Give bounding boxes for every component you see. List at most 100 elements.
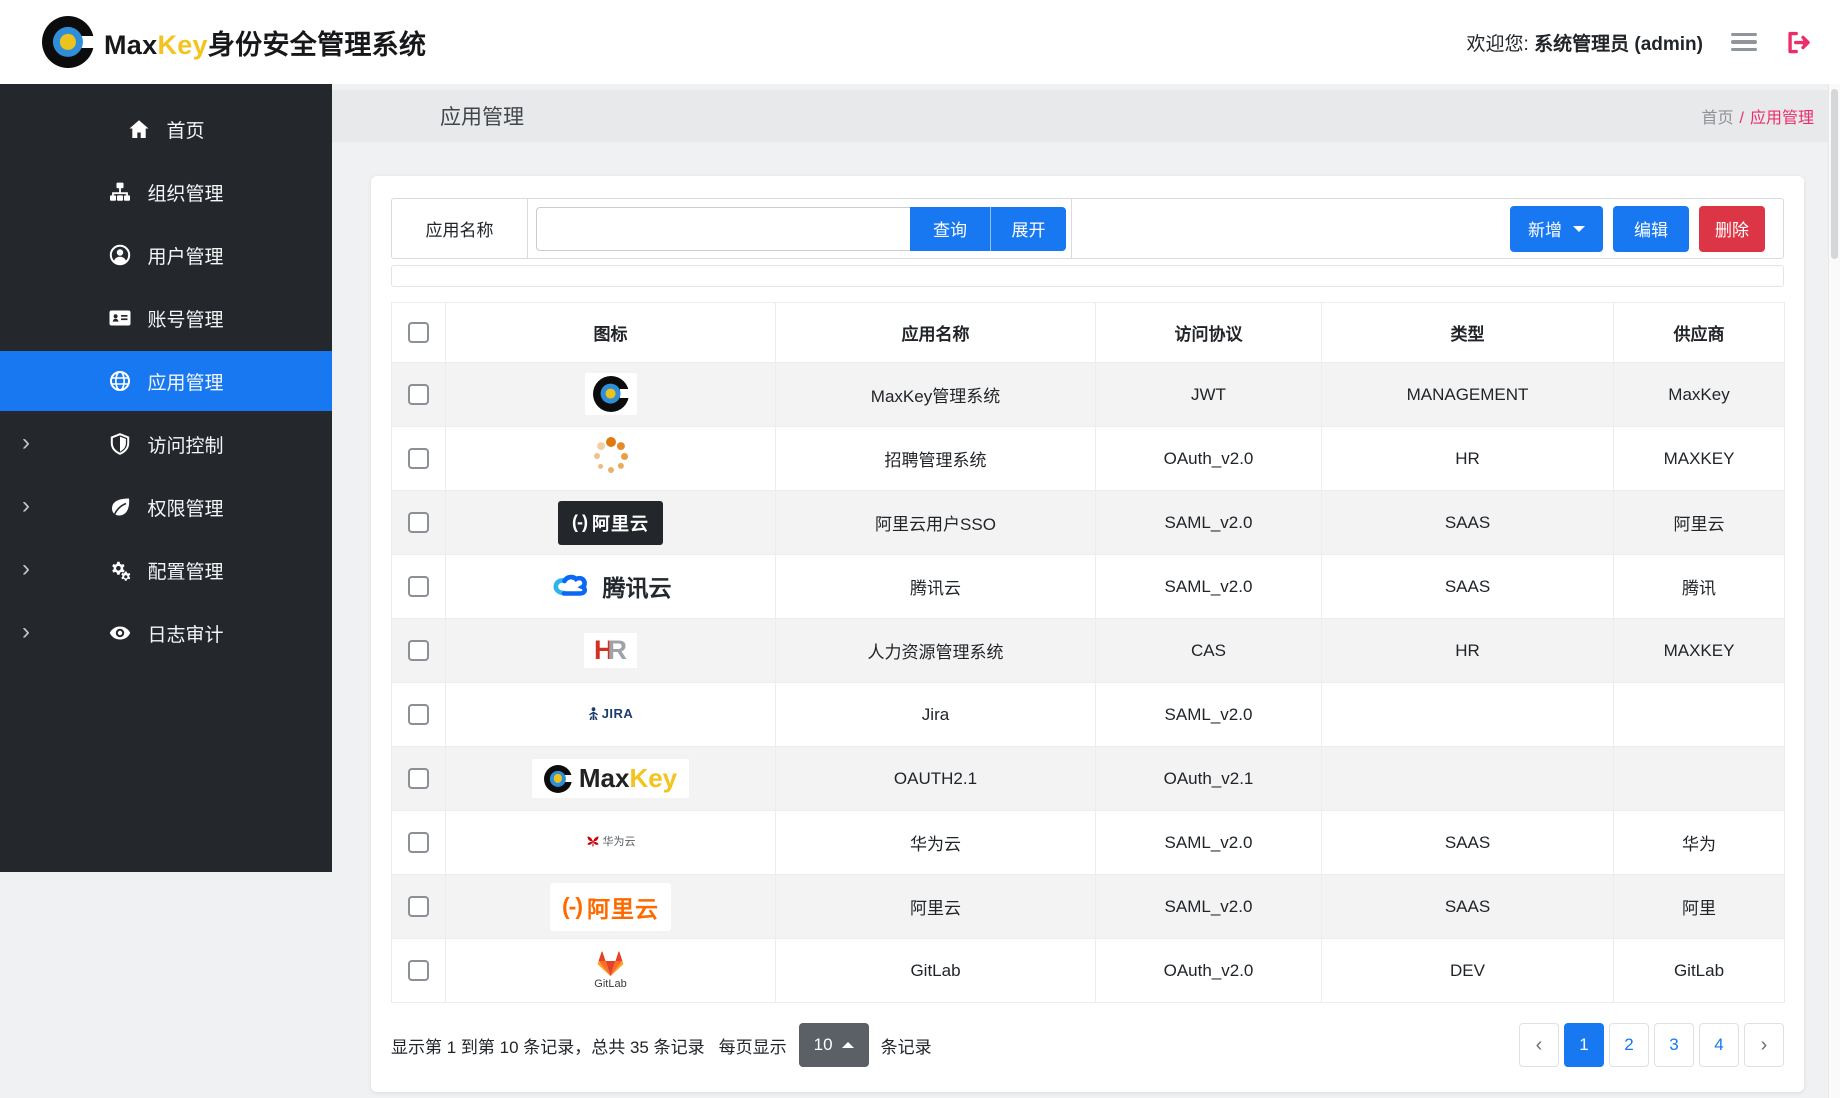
type-cell bbox=[1322, 747, 1614, 811]
chevron-right-icon: › bbox=[22, 431, 30, 455]
sidebar-item-home[interactable]: 首页 bbox=[0, 99, 332, 159]
vendor-cell: MAXKEY bbox=[1614, 619, 1785, 683]
row-checkbox[interactable] bbox=[408, 832, 429, 853]
row-checkbox[interactable] bbox=[408, 448, 429, 469]
caret-down-icon bbox=[1573, 226, 1585, 238]
table-row: (-)阿里云阿里云SAML_v2.0SAAS阿里 bbox=[392, 875, 1785, 939]
row-checkbox[interactable] bbox=[408, 576, 429, 597]
aliyun-dark-logo-icon: (-)阿里云 bbox=[558, 501, 663, 545]
query-button[interactable]: 查询 bbox=[910, 207, 990, 251]
vendor-cell bbox=[1614, 683, 1785, 747]
protocol-cell: SAML_v2.0 bbox=[1096, 875, 1322, 939]
apps-table: 图标 应用名称 访问协议 类型 供应商 MaxKey管理系统JWTMANAGEM… bbox=[391, 302, 1785, 1003]
chevron-right-icon: › bbox=[22, 557, 30, 581]
table-footer: 显示第 1 到第 10 条记录，总共 35 条记录 每页显示 10 条记录 ‹1… bbox=[391, 1023, 1784, 1067]
spinner-dots-icon bbox=[590, 435, 632, 477]
sitemap-icon bbox=[108, 180, 132, 204]
huawei-cloud-logo-icon: 华为云 bbox=[586, 833, 636, 849]
brand: MaxKey身份安全管理系统 bbox=[42, 16, 426, 68]
vendor-cell: MAXKEY bbox=[1614, 427, 1785, 491]
type-cell: SAAS bbox=[1322, 555, 1614, 619]
row-checkbox[interactable] bbox=[408, 768, 429, 789]
select-all-checkbox[interactable] bbox=[408, 322, 429, 343]
maxkey-admin-app: MaxKey身份安全管理系统 欢迎您: 系统管理员 (admin) 首页组织管理… bbox=[0, 0, 1840, 1098]
breadcrumb-home[interactable]: 首页 bbox=[1702, 110, 1734, 127]
eye-icon bbox=[108, 621, 132, 645]
page-titlebar: 应用管理 首页/应用管理 bbox=[332, 90, 1828, 142]
hamburger-menu-icon[interactable] bbox=[1731, 33, 1757, 52]
type-cell: SAAS bbox=[1322, 491, 1614, 555]
user-circle-icon bbox=[108, 243, 132, 267]
delete-button[interactable]: 删除 bbox=[1699, 206, 1765, 252]
vendor-cell bbox=[1614, 747, 1785, 811]
records-summary: 显示第 1 到第 10 条记录，总共 35 条记录 bbox=[391, 1033, 705, 1058]
app-name-cell: 阿里云用户SSO bbox=[776, 491, 1096, 555]
row-checkbox[interactable] bbox=[408, 384, 429, 405]
page-size-dropdown[interactable]: 10 bbox=[799, 1023, 869, 1067]
top-header: MaxKey身份安全管理系统 欢迎您: 系统管理员 (admin) bbox=[0, 0, 1840, 84]
sidebar-item-eye[interactable]: ›日志审计 bbox=[0, 603, 332, 663]
filter-search-group: 应用名称 查询 展开 bbox=[392, 199, 1072, 258]
cogs-icon bbox=[108, 558, 132, 582]
breadcrumb: 首页/应用管理 bbox=[1702, 104, 1814, 128]
content-card: 应用名称 查询 展开 新增 编辑 删除 图标 应用名称 bbox=[371, 176, 1804, 1092]
search-field-label: 应用名称 bbox=[392, 199, 528, 258]
sidebar-item-cogs[interactable]: ›配置管理 bbox=[0, 540, 332, 600]
welcome-text: 欢迎您: 系统管理员 (admin) bbox=[1467, 29, 1703, 56]
pagination-page-2[interactable]: 2 bbox=[1609, 1023, 1649, 1067]
column-header-type: 类型 bbox=[1322, 303, 1614, 363]
app-name-input[interactable] bbox=[536, 207, 910, 251]
scrollbar-thumb[interactable] bbox=[1831, 89, 1838, 259]
pagination-prev[interactable]: ‹ bbox=[1519, 1023, 1559, 1067]
vendor-cell: 阿里云 bbox=[1614, 491, 1785, 555]
row-checkbox[interactable] bbox=[408, 704, 429, 725]
type-cell: MANAGEMENT bbox=[1322, 363, 1614, 427]
app-name-cell: 腾讯云 bbox=[776, 555, 1096, 619]
pagination-page-4[interactable]: 4 bbox=[1699, 1023, 1739, 1067]
row-checkbox[interactable] bbox=[408, 640, 429, 661]
protocol-cell: SAML_v2.0 bbox=[1096, 555, 1322, 619]
sign-out-icon[interactable] bbox=[1785, 29, 1812, 56]
shield-icon bbox=[108, 432, 132, 456]
sidebar-item-globe[interactable]: 应用管理 bbox=[0, 351, 332, 411]
table-row: MaxKey管理系统JWTMANAGEMENTMaxKey bbox=[392, 363, 1785, 427]
per-page-label: 每页显示 bbox=[719, 1033, 787, 1058]
app-name-cell: 招聘管理系统 bbox=[776, 427, 1096, 491]
vendor-cell: MaxKey bbox=[1614, 363, 1785, 427]
add-button[interactable]: 新增 bbox=[1510, 206, 1603, 252]
row-checkbox[interactable] bbox=[408, 960, 429, 981]
sidebar-item-user-circle[interactable]: 用户管理 bbox=[0, 225, 332, 285]
home-icon bbox=[127, 117, 151, 141]
chevron-right-icon: › bbox=[22, 620, 30, 644]
maxkey-wordmark-icon: MaxKey bbox=[532, 759, 689, 798]
pagination-page-1[interactable]: 1 bbox=[1564, 1023, 1604, 1067]
hr-logo-icon: HR bbox=[584, 633, 637, 668]
gitlab-logo-icon: GitLab bbox=[594, 951, 626, 990]
filter-toolbar: 应用名称 查询 展开 新增 编辑 删除 bbox=[391, 198, 1784, 259]
app-name-cell: MaxKey管理系统 bbox=[776, 363, 1096, 427]
table-row: HR人力资源管理系统CASHRMAXKEY bbox=[392, 619, 1785, 683]
sidebar-item-leaf[interactable]: ›权限管理 bbox=[0, 477, 332, 537]
row-checkbox[interactable] bbox=[408, 512, 429, 533]
vendor-cell: 华为 bbox=[1614, 811, 1785, 875]
sidebar-item-shield[interactable]: ›访问控制 bbox=[0, 414, 332, 474]
edit-button[interactable]: 编辑 bbox=[1613, 206, 1689, 252]
app-name-cell: 人力资源管理系统 bbox=[776, 619, 1096, 683]
pagination-next[interactable]: › bbox=[1744, 1023, 1784, 1067]
breadcrumb-separator: / bbox=[1740, 110, 1744, 127]
apps-table-body: MaxKey管理系统JWTMANAGEMENTMaxKey招聘管理系统OAuth… bbox=[392, 363, 1785, 1003]
table-row: 华为云华为云SAML_v2.0SAAS华为 bbox=[392, 811, 1785, 875]
header-right: 欢迎您: 系统管理员 (admin) bbox=[1467, 29, 1812, 56]
sidebar-item-sitemap[interactable]: 组织管理 bbox=[0, 162, 332, 222]
pagination-page-3[interactable]: 3 bbox=[1654, 1023, 1694, 1067]
protocol-cell: OAuth_v2.0 bbox=[1096, 939, 1322, 1003]
protocol-cell: JWT bbox=[1096, 363, 1322, 427]
expand-button[interactable]: 展开 bbox=[990, 207, 1066, 251]
maxkey-logo-icon bbox=[42, 16, 94, 68]
app-name-cell: GitLab bbox=[776, 939, 1096, 1003]
sidebar-item-id-card[interactable]: 账号管理 bbox=[0, 288, 332, 348]
type-cell: SAAS bbox=[1322, 811, 1614, 875]
scrollbar[interactable] bbox=[1828, 84, 1840, 1098]
type-cell: HR bbox=[1322, 619, 1614, 683]
row-checkbox[interactable] bbox=[408, 896, 429, 917]
